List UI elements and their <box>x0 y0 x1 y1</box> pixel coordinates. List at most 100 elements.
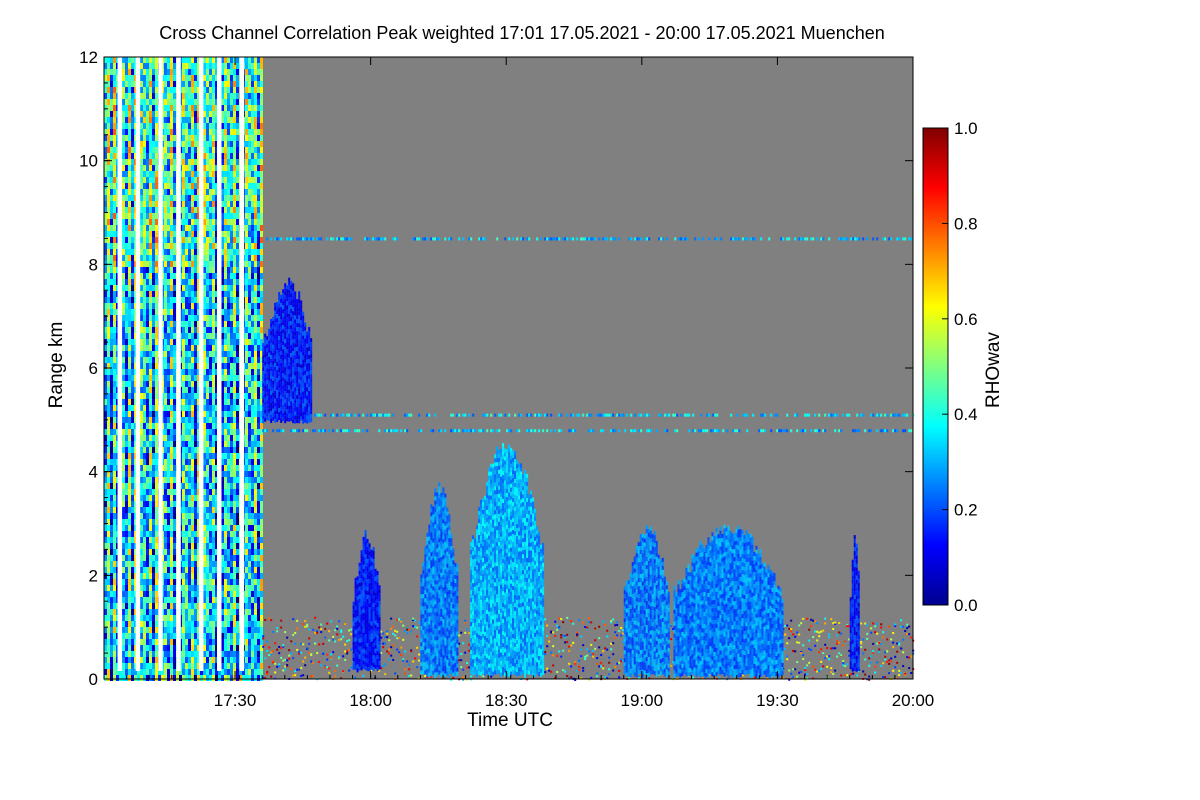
data-cell <box>122 465 125 471</box>
data-cell <box>170 297 173 303</box>
data-cell <box>152 249 155 255</box>
data-cell <box>128 111 131 117</box>
data-cell <box>203 93 206 99</box>
data-cell <box>227 225 230 231</box>
data-cell <box>191 135 194 141</box>
data-cell <box>149 663 152 669</box>
data-cell <box>128 417 131 423</box>
data-cell <box>209 561 212 567</box>
data-cell <box>164 81 167 87</box>
data-cell <box>170 69 173 75</box>
data-cell <box>143 87 146 93</box>
data-cell <box>185 381 188 387</box>
data-cell <box>140 549 143 555</box>
data-cell <box>107 411 110 417</box>
data-cell <box>188 135 191 141</box>
data-cell <box>170 579 173 585</box>
data-cell <box>128 507 131 513</box>
data-cell <box>122 615 125 621</box>
data-cell <box>149 477 152 483</box>
data-cell <box>128 597 131 603</box>
data-cell <box>224 423 227 429</box>
data-cell <box>167 429 170 435</box>
data-cell <box>224 147 227 153</box>
data-cell <box>203 651 206 657</box>
data-cell <box>185 489 188 495</box>
data-cell <box>113 327 116 333</box>
data-cell <box>143 441 146 447</box>
data-cell <box>212 117 215 123</box>
data-cell <box>230 123 233 129</box>
data-cell <box>128 297 131 303</box>
data-cell <box>164 105 167 111</box>
data-cell <box>167 621 170 627</box>
data-cell <box>131 405 134 411</box>
data-cell <box>224 411 227 417</box>
data-cell <box>143 399 146 405</box>
data-cell <box>125 435 128 441</box>
data-cell <box>122 177 125 183</box>
data-cell <box>140 459 143 465</box>
data-cell <box>146 261 149 267</box>
data-cell <box>167 81 170 87</box>
data-cell <box>143 285 146 291</box>
data-cell <box>149 117 152 123</box>
data-cell <box>164 237 167 243</box>
data-cell <box>182 633 185 639</box>
data-cell <box>155 291 158 297</box>
data-cell <box>194 615 197 621</box>
data-cell <box>155 129 158 135</box>
data-cell <box>194 507 197 513</box>
data-cell <box>230 279 233 285</box>
data-cell <box>149 429 152 435</box>
data-cell <box>236 603 239 609</box>
data-cell <box>245 117 248 123</box>
data-cell <box>227 261 230 267</box>
data-cell <box>224 255 227 261</box>
data-cell <box>245 429 248 435</box>
data-cell <box>125 303 128 309</box>
data-cell <box>167 297 170 303</box>
data-cell <box>107 669 110 675</box>
data-cell <box>212 183 215 189</box>
data-cell <box>149 315 152 321</box>
data-cell <box>131 111 134 117</box>
data-cell <box>230 81 233 87</box>
data-cell <box>164 357 167 363</box>
data-cell <box>131 171 134 177</box>
data-cell <box>131 357 134 363</box>
data-cell <box>173 645 176 651</box>
data-cell <box>191 81 194 87</box>
data-cell <box>131 627 134 633</box>
data-cell <box>194 375 197 381</box>
data-cell <box>212 321 215 327</box>
data-cell <box>125 153 128 159</box>
data-cell <box>209 153 212 159</box>
data-cell <box>149 267 152 273</box>
data-cell <box>206 81 209 87</box>
data-cell <box>191 207 194 213</box>
data-cell <box>224 435 227 441</box>
data-cell <box>230 429 233 435</box>
data-cell <box>146 303 149 309</box>
data-cell <box>203 513 206 519</box>
data-cell <box>233 141 236 147</box>
data-cell <box>110 627 113 633</box>
data-cell <box>164 219 167 225</box>
data-cell <box>203 417 206 423</box>
data-cell <box>128 183 131 189</box>
data-cell <box>224 399 227 405</box>
data-cell <box>212 573 215 579</box>
data-cell <box>113 483 116 489</box>
data-cell <box>194 309 197 315</box>
data-cell <box>182 273 185 279</box>
data-cell <box>194 177 197 183</box>
data-cell <box>146 141 149 147</box>
data-cell <box>245 483 248 489</box>
data-cell <box>140 111 143 117</box>
data-cell <box>245 267 248 273</box>
data-cell <box>182 405 185 411</box>
data-cell <box>233 621 236 627</box>
data-cell <box>131 351 134 357</box>
data-cell <box>107 309 110 315</box>
